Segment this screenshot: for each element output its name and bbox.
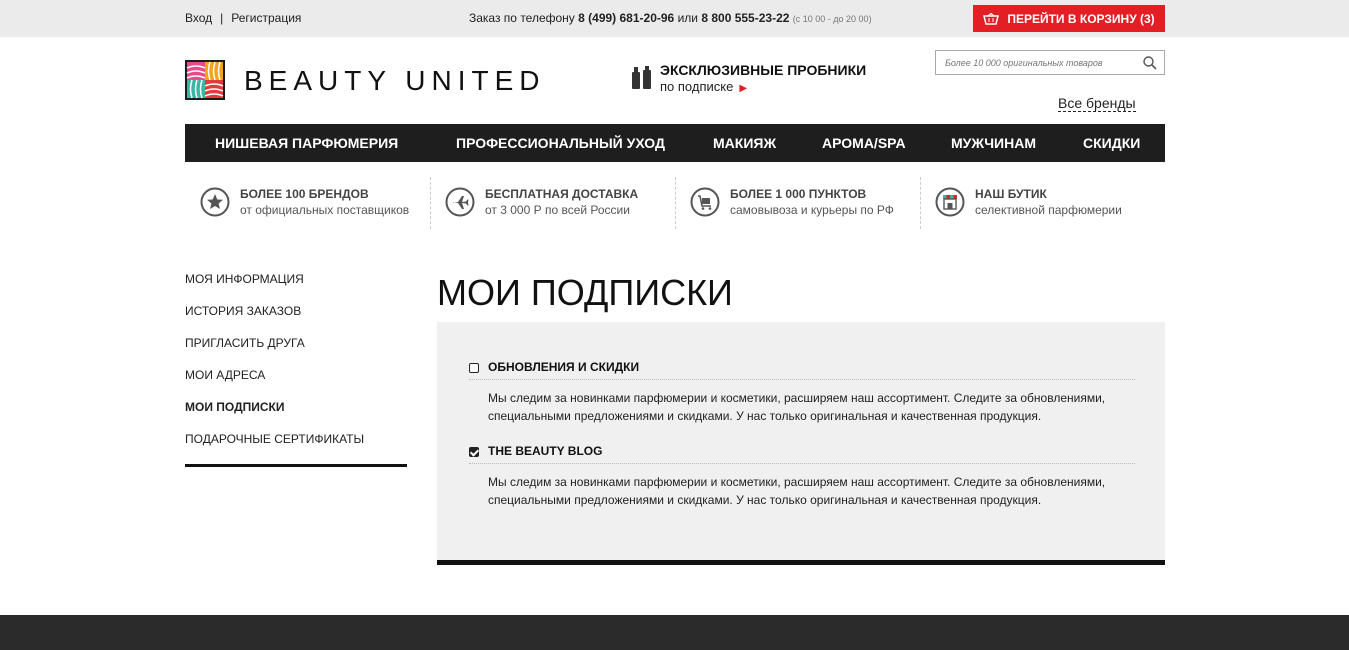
feature-pickup: БОЛЕЕ 1 000 ПУНКТОВ самовывоза и курьеры…	[675, 177, 920, 229]
phone-prefix: Заказ по телефону	[469, 11, 575, 25]
sample-bottles-icon	[632, 66, 651, 89]
divider	[675, 177, 676, 229]
nav-item-men[interactable]: МУЖЧИНАМ	[951, 135, 1036, 151]
promo-subtitle-text: по подписке	[660, 79, 734, 94]
phone-or: или	[677, 11, 698, 25]
feature-delivery: БЕСПЛАТНАЯ ДОСТАВКА от 3 000 Р по всей Р…	[430, 177, 675, 229]
promo-title: ЭКСКЛЮЗИВНЫЕ ПРОБНИКИ	[660, 62, 867, 78]
sidebar-item-my-addresses[interactable]: МОИ АДРЕСА	[185, 368, 407, 400]
sidebar-item-my-info[interactable]: МОЯ ИНФОРМАЦИЯ	[185, 272, 407, 304]
register-link[interactable]: Регистрация	[231, 11, 301, 25]
sidebar-item-invite-friend[interactable]: ПРИГЛАСИТЬ ДРУГА	[185, 336, 407, 368]
subscription-header: THE BEAUTY BLOG	[469, 442, 1135, 464]
feature-boutique: НАШ БУТИК селективной парфюмерии	[920, 177, 1165, 229]
subscription-label[interactable]: THE BEAUTY BLOG	[488, 444, 602, 458]
subscription-checkbox[interactable]	[469, 363, 479, 373]
search-box	[935, 50, 1165, 75]
feature-subtitle: селективной парфюмерии	[975, 203, 1122, 217]
feature-subtitle: самовывоза и курьеры по РФ	[730, 203, 894, 217]
star-icon	[200, 187, 230, 217]
subscription-item: ОБНОВЛЕНИЯ И СКИДКИ Мы следим за новинка…	[469, 358, 1135, 425]
feature-title: БЕСПЛАТНАЯ ДОСТАВКА	[485, 187, 639, 201]
page-title: МОИ ПОДПИСКИ	[437, 272, 733, 313]
subscription-label[interactable]: ОБНОВЛЕНИЯ И СКИДКИ	[488, 360, 639, 374]
search-icon[interactable]	[1143, 56, 1157, 70]
nav-item-aroma-spa[interactable]: АРОМА/SPA	[822, 135, 906, 151]
footer	[0, 615, 1349, 650]
nav-item-professional-care[interactable]: ПРОФЕССИОНАЛЬНЫЙ УХОД	[456, 135, 665, 151]
feature-brands: БОЛЕЕ 100 БРЕНДОВ от официальных поставщ…	[185, 177, 430, 229]
divider	[920, 177, 921, 229]
panel-bottom-rule	[437, 560, 1165, 565]
account-sidebar: МОЯ ИНФОРМАЦИЯ ИСТОРИЯ ЗАКАЗОВ ПРИГЛАСИТ…	[185, 272, 407, 467]
nav-item-sale[interactable]: СКИДКИ	[1083, 135, 1140, 151]
subscription-checkbox[interactable]	[469, 447, 479, 457]
subscriptions-panel: ОБНОВЛЕНИЯ И СКИДКИ Мы следим за новинка…	[437, 322, 1165, 560]
search-input[interactable]	[936, 51, 1136, 74]
basket-icon	[983, 12, 1000, 25]
logo-icon[interactable]	[185, 60, 225, 100]
shop-icon	[935, 187, 965, 217]
sidebar-item-gift-certificates[interactable]: ПОДАРОЧНЫЕ СЕРТИФИКАТЫ	[185, 432, 407, 464]
cart-button[interactable]: ПЕРЕЙТИ В КОРЗИНУ (3)	[973, 5, 1165, 32]
phone-hours: (с 10 00 - до 20 00)	[792, 14, 872, 24]
divider	[430, 177, 431, 229]
subscription-description: Мы следим за новинками парфюмерии и косм…	[488, 391, 1106, 423]
sidebar-item-my-subscriptions[interactable]: МОИ ПОДПИСКИ	[185, 400, 407, 432]
feature-title: БОЛЕЕ 100 БРЕНДОВ	[240, 187, 369, 201]
sidebar-bottom-rule	[185, 464, 407, 467]
top-bar: Вход | Регистрация Заказ по телефону 8 (49…	[0, 0, 1349, 37]
feature-subtitle: от 3 000 Р по всей России	[485, 203, 630, 217]
cart-button-label: ПЕРЕЙТИ В КОРЗИНУ (3)	[1007, 11, 1155, 26]
auth-links: Вход | Регистрация	[185, 11, 301, 25]
feature-title: НАШ БУТИК	[975, 187, 1047, 201]
all-brands-link[interactable]: Все бренды	[1058, 95, 1136, 112]
feature-title: БОЛЕЕ 1 000 ПУНКТОВ	[730, 187, 867, 201]
cart-icon	[690, 187, 720, 217]
subscription-item: THE BEAUTY BLOG Мы следим за новинками п…	[469, 442, 1135, 509]
phone-number-2[interactable]: 8 800 555-23-22	[701, 11, 789, 25]
subscription-header: ОБНОВЛЕНИЯ И СКИДКИ	[469, 358, 1135, 380]
phone-number-1[interactable]: 8 (499) 681-20-96	[578, 11, 674, 25]
feature-subtitle: от официальных поставщиков	[240, 203, 410, 217]
phone-info: Заказ по телефону 8 (499) 681-20-96 или …	[469, 11, 872, 25]
subscription-description: Мы следим за новинками парфюмерии и косм…	[488, 475, 1106, 507]
arrow-right-icon: ▶	[739, 83, 748, 94]
plane-icon	[445, 187, 475, 217]
auth-separator: |	[220, 11, 224, 25]
sidebar-item-order-history[interactable]: ИСТОРИЯ ЗАКАЗОВ	[185, 304, 407, 336]
nav-item-niche-perfume[interactable]: НИШЕВАЯ ПАРФЮМЕРИЯ	[215, 135, 398, 151]
promo-subtitle: по подписке ▶	[660, 79, 747, 94]
brand-name[interactable]: BEAUTY UNITED	[244, 65, 546, 97]
main-nav: НИШЕВАЯ ПАРФЮМЕРИЯ ПРОФЕССИОНАЛЬНЫЙ УХОД…	[185, 124, 1165, 162]
features-strip: БОЛЕЕ 100 БРЕНДОВ от официальных поставщ…	[185, 177, 1165, 229]
nav-item-makeup[interactable]: МАКИЯЖ	[713, 135, 776, 151]
login-link[interactable]: Вход	[185, 11, 212, 25]
